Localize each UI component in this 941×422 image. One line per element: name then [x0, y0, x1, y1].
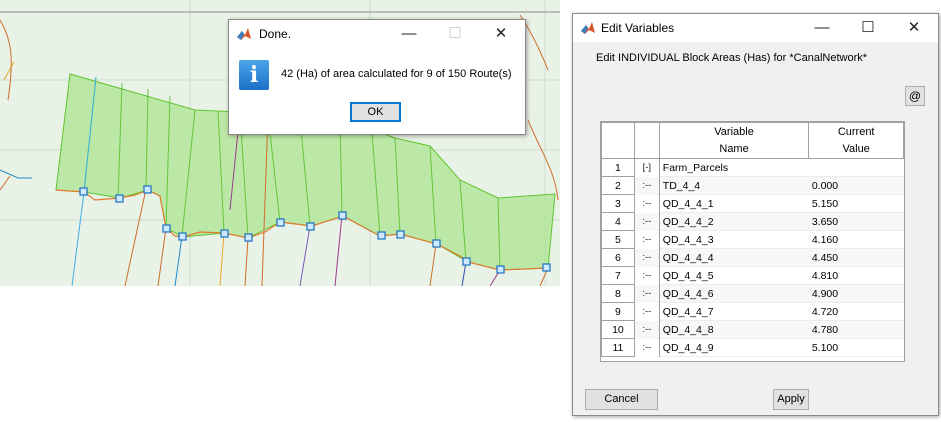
table-row[interactable]: 10:-- QD_4_4_8 4.780 [601, 320, 904, 339]
edit-variables-dialog: Edit Variables — ☐ ✕ Edit INDIVIDUAL Blo… [572, 13, 939, 416]
tree-toggle: :-- [634, 230, 660, 249]
tree-toggle: :-- [634, 284, 660, 303]
at-button[interactable]: @ [905, 86, 925, 106]
row-number: 7 [601, 266, 635, 285]
current-value-cell[interactable]: 4.780 [808, 320, 904, 339]
variable-name-cell[interactable]: QD_4_4_2 [659, 212, 809, 231]
row-number: 2 [601, 176, 635, 195]
table-row[interactable]: 8:-- QD_4_4_6 4.900 [601, 284, 904, 303]
variable-name-cell[interactable]: QD_4_4_8 [659, 320, 809, 339]
table-row[interactable]: 9:-- QD_4_4_7 4.720 [601, 302, 904, 321]
variable-name-cell[interactable]: QD_4_4_7 [659, 302, 809, 321]
row-number: 9 [601, 302, 635, 321]
tree-toggle: :-- [634, 320, 660, 339]
tree-toggle[interactable]: [-] [634, 158, 660, 177]
table-row[interactable]: 3:-- QD_4_4_1 5.150 [601, 194, 904, 213]
row-number: 4 [601, 212, 635, 231]
tree-toggle: :-- [634, 194, 660, 213]
table-row[interactable]: 5:-- QD_4_4_3 4.160 [601, 230, 904, 249]
current-value-cell[interactable]: 5.150 [808, 194, 904, 213]
cancel-button[interactable]: Cancel [585, 389, 658, 410]
matlab-icon [581, 22, 595, 34]
table-row[interactable]: 2:-- TD_4_4 0.000 [601, 176, 904, 195]
done-dialog-title: Done. [259, 27, 292, 41]
close-button[interactable]: ✕ [479, 20, 523, 48]
variable-name-cell[interactable]: QD_4_4_1 [659, 194, 809, 213]
row-number: 8 [601, 284, 635, 303]
variable-name-header[interactable]: Variable Name [658, 122, 810, 159]
current-value-cell[interactable] [808, 158, 904, 177]
maximize-button: ☐ [448, 25, 462, 42]
edit-dialog-title: Edit Variables [601, 21, 675, 35]
done-dialog-titlebar[interactable]: Done. — ☐ ✕ [229, 20, 525, 48]
tree-toggle: :-- [634, 302, 660, 321]
row-number: 1 [601, 158, 635, 177]
edit-dialog-subtitle: Edit INDIVIDUAL Block Areas (Has) for *C… [596, 52, 868, 64]
table-row[interactable]: 11:-- QD_4_4_9 5.100 [601, 338, 904, 357]
edit-dialog-titlebar[interactable]: Edit Variables — ☐ ✕ [573, 14, 938, 42]
variable-name-cell[interactable]: Farm_Parcels [659, 158, 809, 177]
table-row[interactable]: 1 [-] Farm_Parcels [601, 158, 904, 177]
row-number: 6 [601, 248, 635, 267]
variable-name-cell[interactable]: QD_4_4_9 [659, 338, 809, 357]
variable-name-cell[interactable]: TD_4_4 [659, 176, 809, 195]
info-icon: i [239, 60, 269, 90]
table-row[interactable]: 4:-- QD_4_4_2 3.650 [601, 212, 904, 231]
done-dialog: Done. — ☐ ✕ i 42 (Ha) of area calculated… [228, 19, 526, 135]
variable-name-cell[interactable]: QD_4_4_6 [659, 284, 809, 303]
tree-toggle: :-- [634, 338, 660, 357]
tree-toggle: :-- [634, 248, 660, 267]
variable-name-cell[interactable]: QD_4_4_4 [659, 248, 809, 267]
tree-toggle: :-- [634, 266, 660, 285]
row-number: 5 [601, 230, 635, 249]
current-value-header[interactable]: Current Value [808, 122, 904, 159]
current-value-cell[interactable]: 4.720 [808, 302, 904, 321]
current-value-cell[interactable]: 4.900 [808, 284, 904, 303]
variable-name-cell[interactable]: QD_4_4_3 [659, 230, 809, 249]
current-value-cell[interactable]: 3.650 [808, 212, 904, 231]
current-value-cell[interactable]: 4.450 [808, 248, 904, 267]
maximize-button[interactable]: ☐ [846, 14, 890, 42]
apply-button[interactable]: Apply [773, 389, 809, 410]
minimize-button[interactable]: — [800, 14, 844, 42]
current-value-cell[interactable]: 5.100 [808, 338, 904, 357]
done-message: 42 (Ha) of area calculated for 9 of 150 … [281, 68, 512, 80]
tree-header [633, 122, 660, 159]
matlab-icon [237, 28, 251, 40]
row-number: 10 [601, 320, 635, 339]
minimize-button[interactable]: — [387, 20, 431, 48]
corner-header [601, 122, 635, 159]
tree-toggle: :-- [634, 212, 660, 231]
close-button[interactable]: ✕ [892, 14, 936, 42]
header-line: Current [837, 125, 875, 138]
current-value-cell[interactable]: 0.000 [808, 176, 904, 195]
current-value-cell[interactable]: 4.810 [808, 266, 904, 285]
row-number: 11 [601, 338, 635, 357]
header-line: Variable [714, 125, 754, 138]
tree-toggle: :-- [634, 176, 660, 195]
header-line: Name [719, 142, 749, 155]
row-number: 3 [601, 194, 635, 213]
variable-name-cell[interactable]: QD_4_4_5 [659, 266, 809, 285]
table-row[interactable]: 6:-- QD_4_4_4 4.450 [601, 248, 904, 267]
header-line: Value [842, 142, 870, 155]
ok-button[interactable]: OK [350, 102, 401, 122]
table-row[interactable]: 7:-- QD_4_4_5 4.810 [601, 266, 904, 285]
variables-table[interactable]: Variable Name Current Value 1 [-] Farm_Par… [600, 121, 905, 362]
current-value-cell[interactable]: 4.160 [808, 230, 904, 249]
